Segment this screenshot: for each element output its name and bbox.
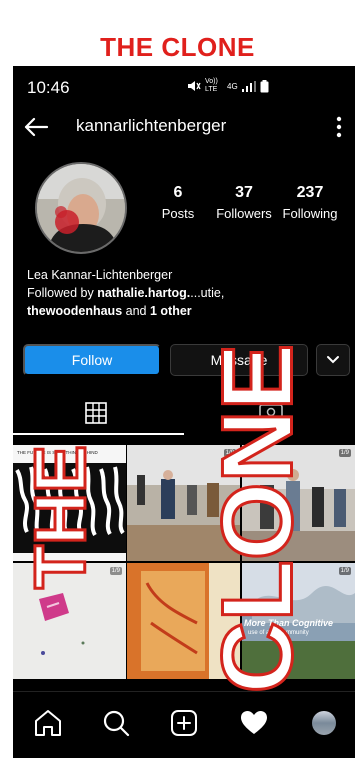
followers-count: 37 xyxy=(235,184,253,201)
posts-count: 6 xyxy=(173,184,183,201)
profile-header: kannarlichtenberger xyxy=(13,106,355,148)
phone-screen: 10:46 Vo)) LTE 4G kannarlichtenberger 6 … xyxy=(13,66,355,758)
suggested-accounts-button[interactable] xyxy=(316,344,350,376)
search-icon[interactable] xyxy=(99,706,133,740)
new-post-icon[interactable] xyxy=(167,706,201,740)
watermark-the: THE xyxy=(20,444,103,591)
signal-icon xyxy=(241,80,256,92)
followed-by-user1[interactable]: nathalie.hartog. xyxy=(97,286,190,300)
following-count: 237 xyxy=(296,184,324,201)
bottom-navigation xyxy=(13,691,355,758)
follow-button[interactable]: Follow xyxy=(23,344,161,376)
more-options-icon[interactable] xyxy=(331,114,347,140)
mute-icon xyxy=(188,81,201,91)
followed-by-and: and xyxy=(122,304,150,318)
status-bar: 10:46 Vo)) LTE 4G xyxy=(13,66,355,104)
avatar-photo xyxy=(37,164,125,252)
stat-followers[interactable]: 37 Followers xyxy=(209,184,279,221)
followed-by[interactable]: Followed by nathalie.hartog....utie, xyxy=(27,284,347,302)
post-multi-badge: 1/9 xyxy=(338,449,351,457)
profile-username: kannarlichtenberger xyxy=(76,116,227,135)
followed-by-other[interactable]: 1 other xyxy=(150,304,192,318)
status-icons: Vo)) LTE 4G xyxy=(187,78,269,94)
stat-following[interactable]: 237 Following xyxy=(275,184,345,221)
followed-by-prefix: Followed by xyxy=(27,286,98,300)
avatar[interactable] xyxy=(35,162,127,254)
followed-by-line2[interactable]: thewoodenhaus and 1 other xyxy=(27,302,347,320)
post-multi-badge: 1/9 xyxy=(338,567,351,575)
back-arrow-icon[interactable] xyxy=(21,112,51,142)
stat-posts[interactable]: 6 Posts xyxy=(143,184,213,221)
activity-heart-icon[interactable] xyxy=(237,706,271,740)
signal-label: 4G xyxy=(227,81,238,91)
watermark-clone: CLONE xyxy=(200,342,315,695)
full-name: Lea Kannar-Lichtenberger xyxy=(27,268,173,282)
post-multi-badge: 1/9 xyxy=(109,567,122,575)
grid-icon[interactable] xyxy=(85,402,107,424)
network-label: Vo)) LTE xyxy=(205,78,218,93)
active-tab-indicator xyxy=(13,433,184,435)
profile-bio: Lea Kannar-Lichtenberger Followed by nat… xyxy=(27,266,347,320)
followers-label: Followers xyxy=(216,206,272,221)
home-icon[interactable] xyxy=(31,706,65,740)
following-label: Following xyxy=(282,206,338,221)
posts-label: Posts xyxy=(161,206,195,221)
banner-title: THE CLONE xyxy=(100,32,255,62)
chevron-down-icon xyxy=(327,356,339,364)
profile-avatar-icon[interactable] xyxy=(307,706,341,740)
status-time: 10:46 xyxy=(27,78,70,97)
followed-by-user2[interactable]: thewoodenhaus xyxy=(27,304,122,318)
followed-by-user1-cont: ...utie, xyxy=(190,286,225,300)
battery-icon xyxy=(260,79,269,92)
banner: THE CLONE xyxy=(0,0,355,66)
